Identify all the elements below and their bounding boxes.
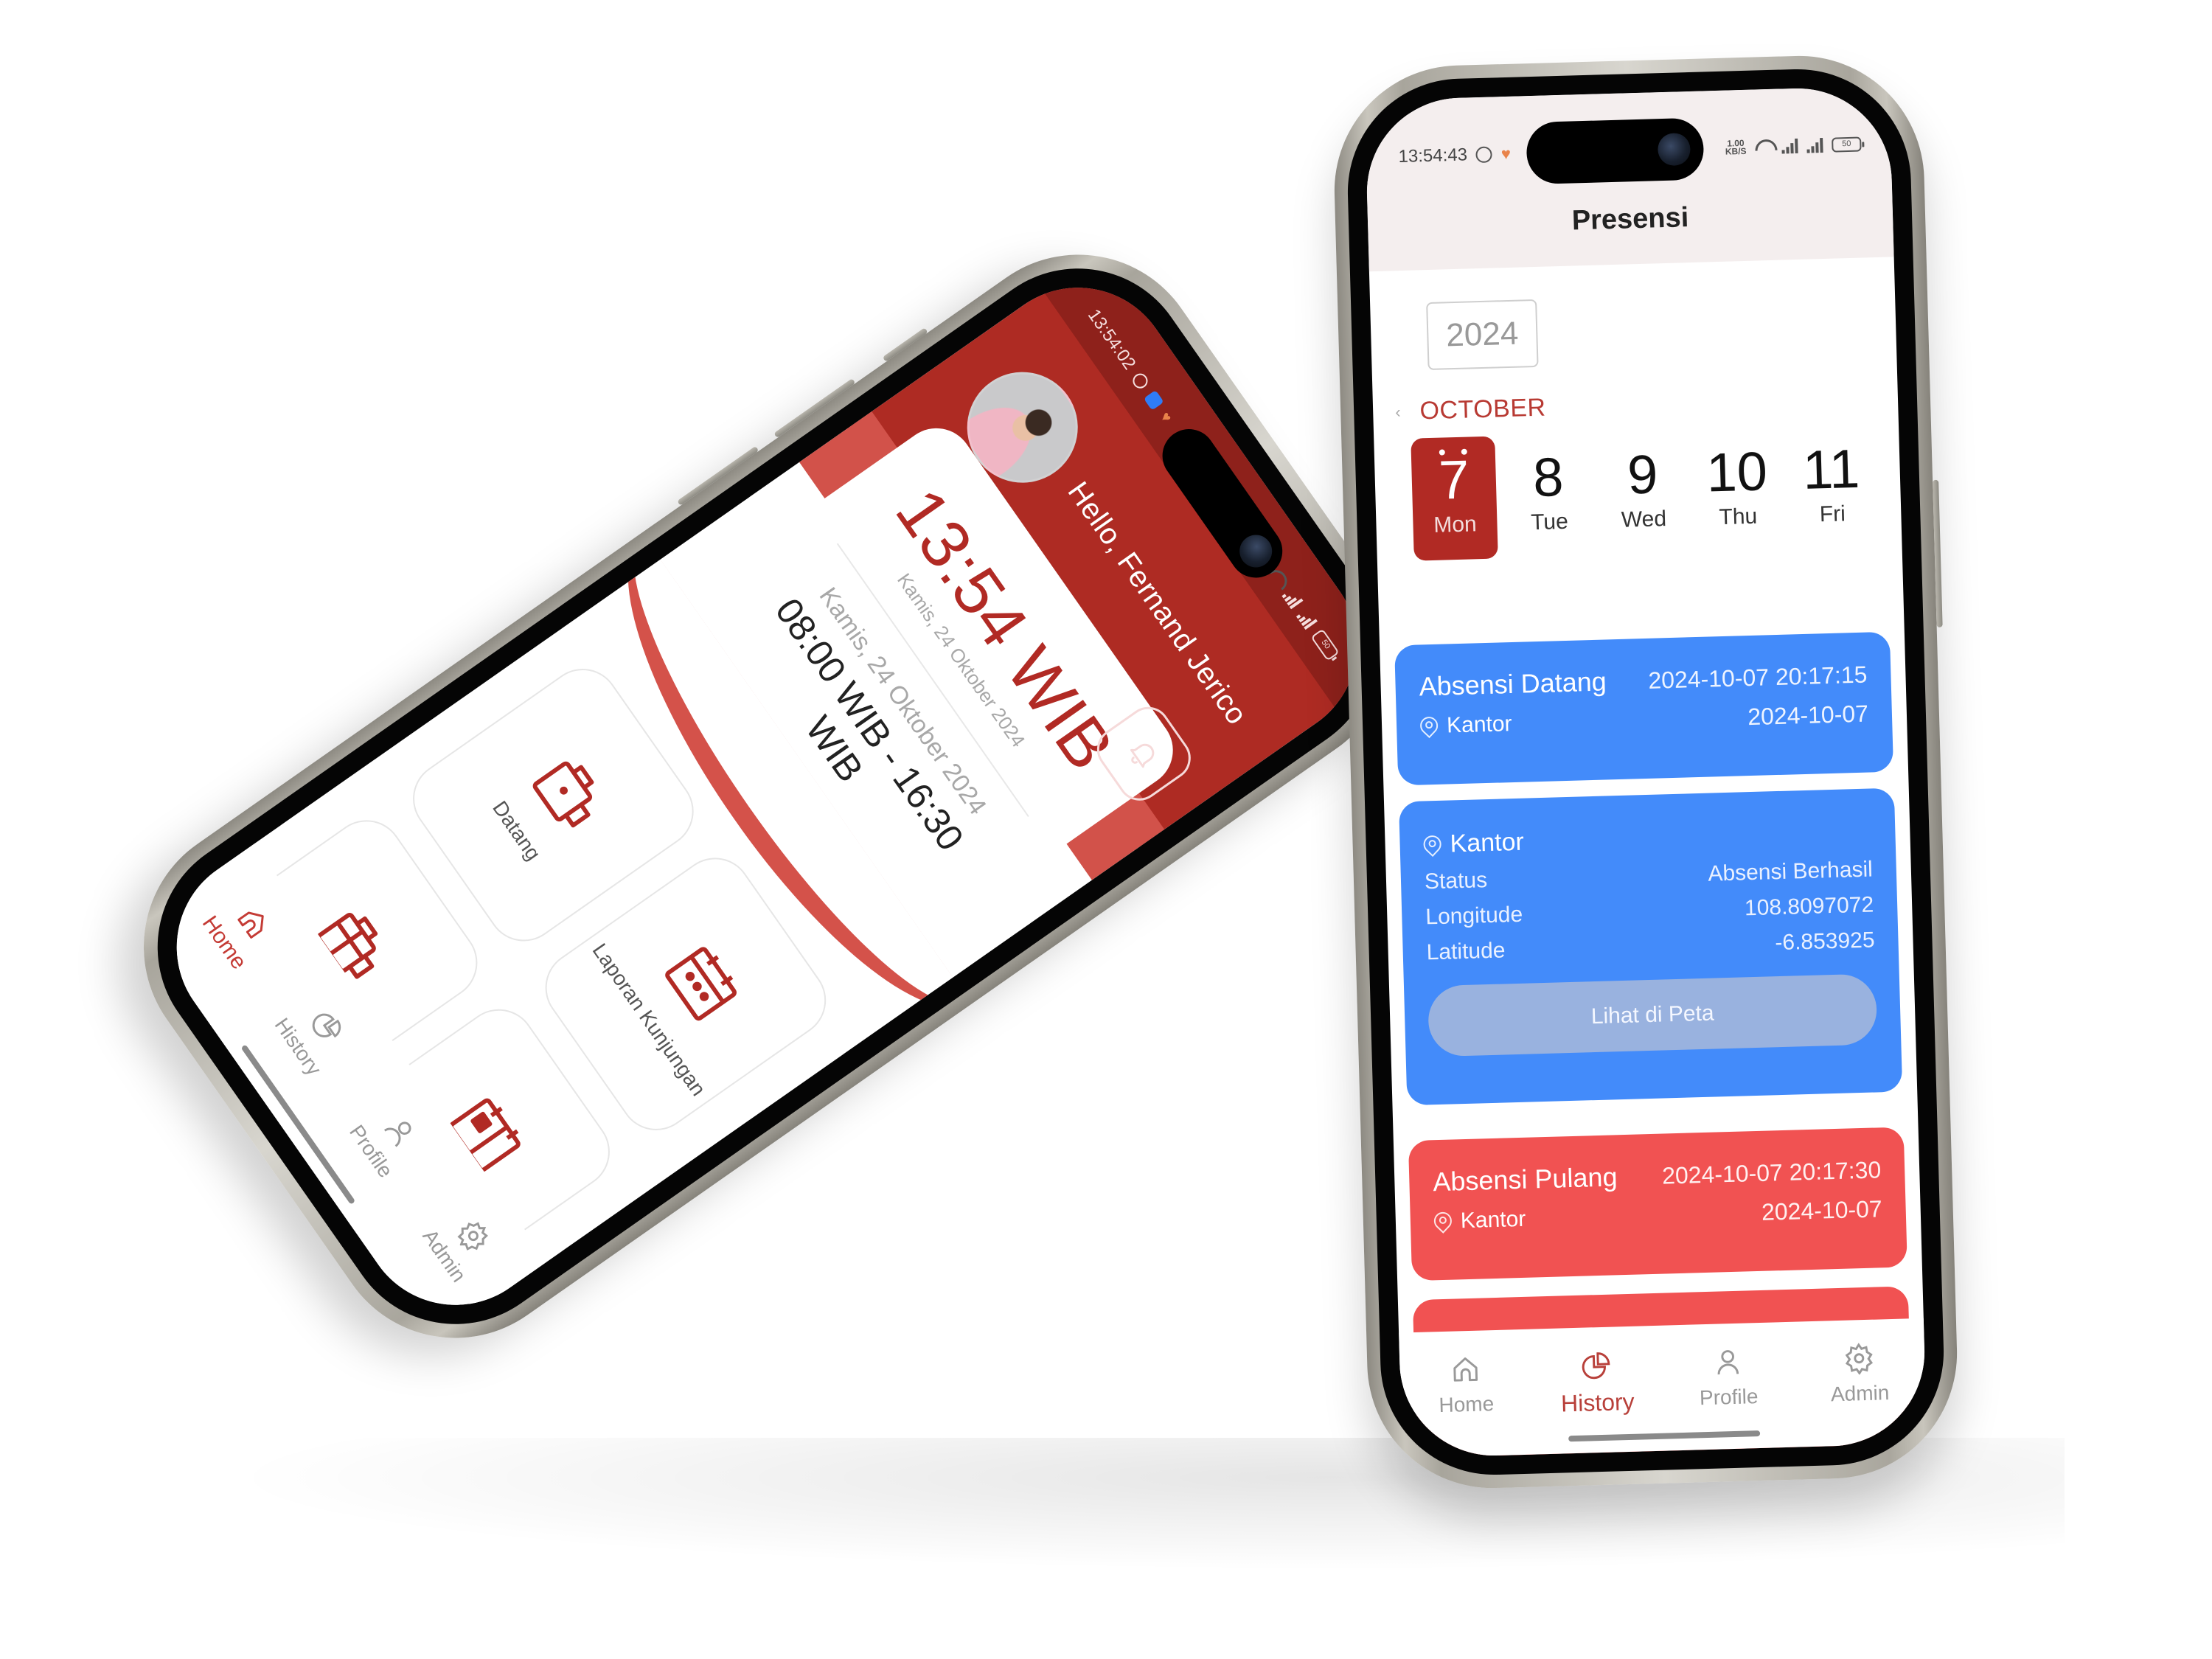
day-item-selected[interactable]: 7 Mon xyxy=(1411,436,1498,561)
dynamic-island xyxy=(1526,117,1705,185)
day-strip: 7 Mon 8 Tue 9 Wed 10 Thu 11 Fri xyxy=(1411,425,1876,561)
nav-item-home[interactable]: Home xyxy=(182,868,299,995)
nav-item-home[interactable]: Home xyxy=(1410,1352,1522,1418)
whatsapp-icon xyxy=(1475,146,1493,164)
pie-chart-icon xyxy=(305,1004,349,1049)
day-name: Fri xyxy=(1819,501,1846,527)
gear-icon xyxy=(1843,1342,1876,1376)
detail-value-latitude: -6.853925 xyxy=(1774,928,1875,956)
attendance-card-pulang[interactable]: Absensi Pulang 2024-10-07 20:17:30 Kanto… xyxy=(1408,1127,1907,1281)
signal-icon xyxy=(1806,137,1823,153)
record-timestamp: 2024-10-07 20:17:30 xyxy=(1661,1155,1882,1189)
detail-value-status: Absensi Berhasil xyxy=(1707,857,1874,886)
home-icon xyxy=(1449,1353,1482,1386)
detail-label: Longitude xyxy=(1425,902,1523,930)
signal-icon xyxy=(1295,608,1318,630)
bezel: 13:54:43 ♥ 1.00 KB/S 50 Presensi 2024 ‹ … xyxy=(1344,66,1947,1478)
bezel: 13:54:02 ♥ 25.0 KB/S 50 Hello, Fernand J… xyxy=(113,223,1421,1369)
home-indicator[interactable] xyxy=(1568,1430,1761,1442)
view-on-map-button[interactable]: Lihat di Peta xyxy=(1427,973,1878,1057)
phone-home-mockup: 13:54:02 ♥ 25.0 KB/S 50 Hello, Fernand J… xyxy=(94,205,1439,1388)
record-location: Kantor xyxy=(1446,711,1512,738)
record-location: Kantor xyxy=(1460,1206,1526,1233)
detail-label: Status xyxy=(1424,868,1488,894)
month-label[interactable]: OCTOBER xyxy=(1419,394,1546,426)
detail-value-longitude: 108.8097072 xyxy=(1744,892,1874,921)
attendance-detail-card-datang: Kantor Status Absensi Berhasil Longitude… xyxy=(1398,787,1903,1106)
day-number: 8 xyxy=(1532,445,1565,509)
signal-icon xyxy=(1281,588,1304,610)
nav-item-profile[interactable]: Profile xyxy=(1672,1344,1784,1411)
day-name: Tue xyxy=(1530,509,1569,535)
user-icon xyxy=(1711,1346,1745,1379)
pie-chart-icon xyxy=(1580,1349,1613,1382)
nav-item-admin[interactable]: Admin xyxy=(1804,1340,1916,1407)
calendar-icon xyxy=(650,931,753,1034)
day-name: Wed xyxy=(1621,507,1667,532)
bottom-nav: Home History Profile Admin xyxy=(1399,1318,1927,1458)
day-item[interactable]: 9 Wed xyxy=(1599,431,1687,555)
record-type: Absensi Datang xyxy=(1419,666,1607,702)
phone-history-mockup: 13:54:43 ♥ 1.00 KB/S 50 Presensi 2024 ‹ … xyxy=(1331,52,1961,1492)
nav-item-history[interactable]: History xyxy=(1541,1348,1653,1418)
nav-label: History xyxy=(1560,1388,1635,1417)
bell-icon xyxy=(1121,731,1166,776)
home-screen: 13:54:02 ♥ 25.0 KB/S 50 Hello, Fernand J… xyxy=(139,251,1394,1342)
detail-label: Latitude xyxy=(1426,938,1506,965)
detail-location: Kantor xyxy=(1450,827,1525,858)
location-pin-icon xyxy=(1423,835,1439,855)
month-row: ‹ OCTOBER xyxy=(1395,394,1546,427)
heart-icon: ♥ xyxy=(1157,408,1175,425)
history-screen: 13:54:43 ♥ 1.00 KB/S 50 Presensi 2024 ‹ … xyxy=(1364,86,1927,1458)
camera-icon xyxy=(1657,132,1691,167)
year-selector[interactable]: 2024 xyxy=(1426,299,1539,371)
record-date: 2024-10-07 xyxy=(1747,700,1869,731)
power-button xyxy=(1933,479,1943,627)
day-item[interactable]: 8 Tue xyxy=(1505,434,1593,558)
heart-icon: ♥ xyxy=(1500,144,1512,164)
day-item[interactable]: 10 Thu xyxy=(1694,428,1781,553)
user-icon xyxy=(378,1108,422,1153)
camera-icon xyxy=(1233,528,1279,574)
battery-icon: 50 xyxy=(1832,136,1862,153)
signal-icon xyxy=(1781,138,1798,154)
day-number: 7 xyxy=(1438,448,1470,511)
nav-item-history[interactable]: History xyxy=(257,972,372,1099)
nav-item-admin[interactable]: Admin xyxy=(403,1181,518,1308)
nav-label: Admin xyxy=(1830,1381,1890,1406)
day-number: 11 xyxy=(1802,437,1861,501)
attendance-card-datang[interactable]: Absensi Datang 2024-10-07 20:17:15 Kanto… xyxy=(1394,631,1894,786)
briefcase-in-icon xyxy=(518,742,621,845)
record-date: 2024-10-07 xyxy=(1761,1195,1883,1225)
record-type: Absensi Pulang xyxy=(1432,1161,1618,1197)
gear-icon xyxy=(451,1213,495,1258)
location-pin-icon xyxy=(1420,716,1436,736)
day-number: 9 xyxy=(1627,443,1659,506)
nav-label: Profile xyxy=(1699,1385,1759,1410)
previous-month-icon[interactable]: ‹ xyxy=(1395,403,1401,422)
nav-item-profile[interactable]: Profile xyxy=(330,1077,445,1203)
notification-app-icon xyxy=(1144,390,1164,411)
day-number: 10 xyxy=(1705,440,1768,504)
day-name: Mon xyxy=(1433,512,1478,538)
day-item[interactable]: 11 Fri xyxy=(1788,425,1876,550)
whatsapp-icon xyxy=(1130,371,1151,392)
location-pin-icon xyxy=(1434,1211,1450,1231)
status-time: 13:54:43 xyxy=(1398,145,1468,167)
wifi-icon xyxy=(1755,139,1773,155)
net-speed: 1.00 KB/S xyxy=(1725,137,1747,157)
record-timestamp: 2024-10-07 20:17:15 xyxy=(1647,661,1868,694)
nav-label: Home xyxy=(1439,1392,1495,1417)
home-icon xyxy=(231,900,276,945)
